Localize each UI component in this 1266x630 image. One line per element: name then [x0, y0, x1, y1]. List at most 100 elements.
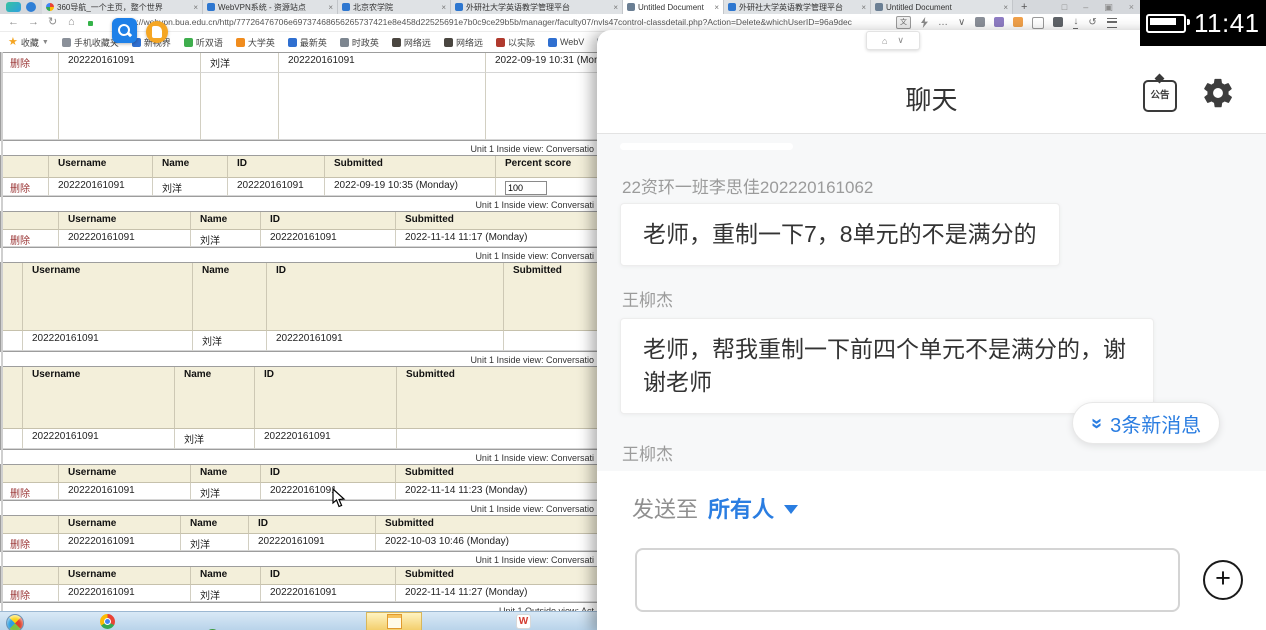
- table-cell: 202220161091: [261, 483, 396, 500]
- delete-link[interactable]: 删除: [1, 585, 59, 602]
- browser-tab[interactable]: 北京农学院 ×: [338, 0, 451, 14]
- search-float-icon[interactable]: [112, 18, 137, 43]
- popup-chevron-icon[interactable]: ∨: [897, 35, 904, 46]
- address-bar[interactable]: https://webvpn.bua.edu.cn/http/777264767…: [118, 14, 888, 31]
- bookmark-item[interactable]: 听双语: [183, 36, 223, 49]
- forward-icon[interactable]: →: [28, 14, 39, 31]
- new-messages-button[interactable]: « 3条新消息: [1072, 402, 1221, 444]
- tab-close-icon[interactable]: ×: [441, 3, 446, 12]
- bookmark-favicon-icon: [495, 37, 505, 47]
- table-cell: 202220161091: [261, 585, 396, 602]
- tab-close-icon[interactable]: ×: [1003, 3, 1008, 12]
- undo-icon[interactable]: ↺: [1088, 17, 1096, 28]
- browser-extension-icon[interactable]: [994, 16, 1005, 27]
- attach-plus-button[interactable]: +: [1203, 560, 1243, 600]
- window-control-icon[interactable]: –: [1083, 2, 1088, 12]
- column-header: Username: [59, 465, 191, 483]
- column-header: ID: [249, 516, 376, 534]
- column-header: Submitted: [396, 212, 597, 230]
- browser-extension-icon[interactable]: [1013, 16, 1024, 27]
- new-tab-button[interactable]: +: [1013, 0, 1035, 14]
- back-icon[interactable]: ←: [8, 14, 19, 31]
- wps-icon[interactable]: W: [516, 614, 531, 629]
- delete-link[interactable]: 删除: [1, 483, 59, 500]
- active-notepad-icon[interactable]: [366, 612, 422, 630]
- table-cell: 202220161091: [59, 534, 181, 551]
- bookmark-item[interactable]: 大学英: [235, 36, 275, 49]
- table-cell: [504, 331, 597, 351]
- tab-close-icon[interactable]: ×: [714, 3, 719, 12]
- bookmarks-root[interactable]: ★ 收藏 ▼: [8, 36, 49, 49]
- browser-extension-icon[interactable]: [1053, 16, 1064, 27]
- column-header: Name: [181, 516, 249, 534]
- bookmark-label: 以实际: [507, 37, 535, 48]
- settings-gear-icon[interactable]: [1201, 76, 1235, 110]
- browser-tab[interactable]: 外研社大学英语教学管理平台 ×: [451, 0, 623, 14]
- refresh-icon[interactable]: ↻: [48, 14, 57, 31]
- translate-icon[interactable]: 文: [896, 16, 911, 29]
- empty-cell: [1, 331, 23, 351]
- browser-tab[interactable]: Untitled Document ×: [623, 0, 724, 14]
- browser-logo-icon[interactable]: [6, 2, 21, 12]
- tab-title: Untitled Document: [886, 2, 952, 12]
- delete-link[interactable]: 删除: [1, 534, 59, 551]
- nav-popup: ⌂ ∨: [866, 31, 920, 50]
- bookmark-favicon-icon: [235, 37, 245, 47]
- tab-close-icon[interactable]: ×: [328, 3, 333, 12]
- chrome-icon[interactable]: [100, 614, 115, 629]
- tab-close-icon[interactable]: ×: [613, 3, 618, 12]
- window-control-icon[interactable]: ▣: [1104, 2, 1113, 13]
- download-icon[interactable]: ↓: [1073, 16, 1079, 29]
- tab-title: 外研社大学英语教学管理平台: [466, 2, 570, 12]
- popup-home-icon[interactable]: ⌂: [882, 36, 887, 46]
- send-to-dropdown-icon[interactable]: [784, 505, 799, 514]
- window-control-icon[interactable]: ×: [1129, 2, 1134, 12]
- browser-tab[interactable]: 外研社大学英语教学管理平台 ×: [724, 0, 871, 14]
- browser-extension-icon[interactable]: [1032, 16, 1045, 29]
- profile-icon[interactable]: [26, 2, 36, 12]
- browser-tab[interactable]: 360导航_一个主页，整个世界 ×: [42, 0, 203, 14]
- bookmark-item[interactable]: 以实际: [495, 36, 535, 49]
- bookmark-item[interactable]: WebV: [547, 37, 584, 47]
- table-cell: 202220161091: [59, 585, 191, 602]
- delete-link[interactable]: 删除: [1, 230, 59, 247]
- delete-link[interactable]: 删除: [1, 53, 59, 73]
- message-list[interactable]: 22资环一班李思佳202220161062 老师，重制一下7，8单元的不是满分的王…: [597, 133, 1266, 472]
- table-cell: 202220161091: [59, 230, 191, 247]
- data-table: Username Name ID Submitted 202220161091 刘洋 202…: [0, 366, 597, 450]
- window-control-icon[interactable]: □: [1062, 2, 1067, 12]
- announcement-button[interactable]: 公告: [1143, 73, 1177, 112]
- message-input[interactable]: [635, 548, 1180, 612]
- browser-extension-icon[interactable]: [975, 16, 986, 27]
- bookmark-item[interactable]: 时政英: [339, 36, 379, 49]
- browser-tab[interactable]: WebVPN系统 - 资源站点 ×: [203, 0, 338, 14]
- chevron-down-icon[interactable]: ∨: [958, 17, 965, 28]
- tab-favicon-icon: [342, 3, 350, 11]
- bookmark-item[interactable]: 最新英: [287, 36, 327, 49]
- percent-score-input[interactable]: [505, 181, 547, 195]
- home-icon[interactable]: ⌂: [68, 14, 75, 31]
- tab-close-icon[interactable]: ×: [861, 3, 866, 12]
- message-sender: 22资环一班李思佳202220161062: [622, 178, 874, 197]
- windows-start-button[interactable]: [6, 614, 24, 630]
- send-to-selector[interactable]: 所有人: [708, 492, 774, 524]
- table-cell: 刘洋: [181, 534, 249, 551]
- browser-tab[interactable]: Untitled Document ×: [871, 0, 1013, 14]
- delete-link[interactable]: 删除: [1, 178, 49, 196]
- tab-close-icon[interactable]: ×: [193, 3, 198, 12]
- bookmark-item[interactable]: 网络远: [391, 36, 431, 49]
- assistant-float-icon[interactable]: [146, 21, 168, 43]
- column-header: Submitted: [504, 263, 597, 331]
- table-cell: 202220161091: [23, 429, 175, 449]
- column-header: Name: [191, 567, 261, 585]
- more-icon[interactable]: …: [938, 17, 948, 28]
- lightning-icon[interactable]: [921, 17, 928, 28]
- column-header: ID: [228, 156, 325, 178]
- menu-icon[interactable]: [1106, 17, 1117, 28]
- unit-label: Unit 1 Inside view: Conversatio: [470, 144, 594, 154]
- bookmark-favicon-icon: [443, 37, 453, 47]
- bookmark-item[interactable]: 手机收藏夹: [61, 36, 119, 49]
- bookmark-item[interactable]: 网络远: [443, 36, 483, 49]
- tab-title: 外研社大学英语教学管理平台: [739, 2, 843, 12]
- table-cell: 2022-11-14 11:17 (Monday): [396, 230, 597, 247]
